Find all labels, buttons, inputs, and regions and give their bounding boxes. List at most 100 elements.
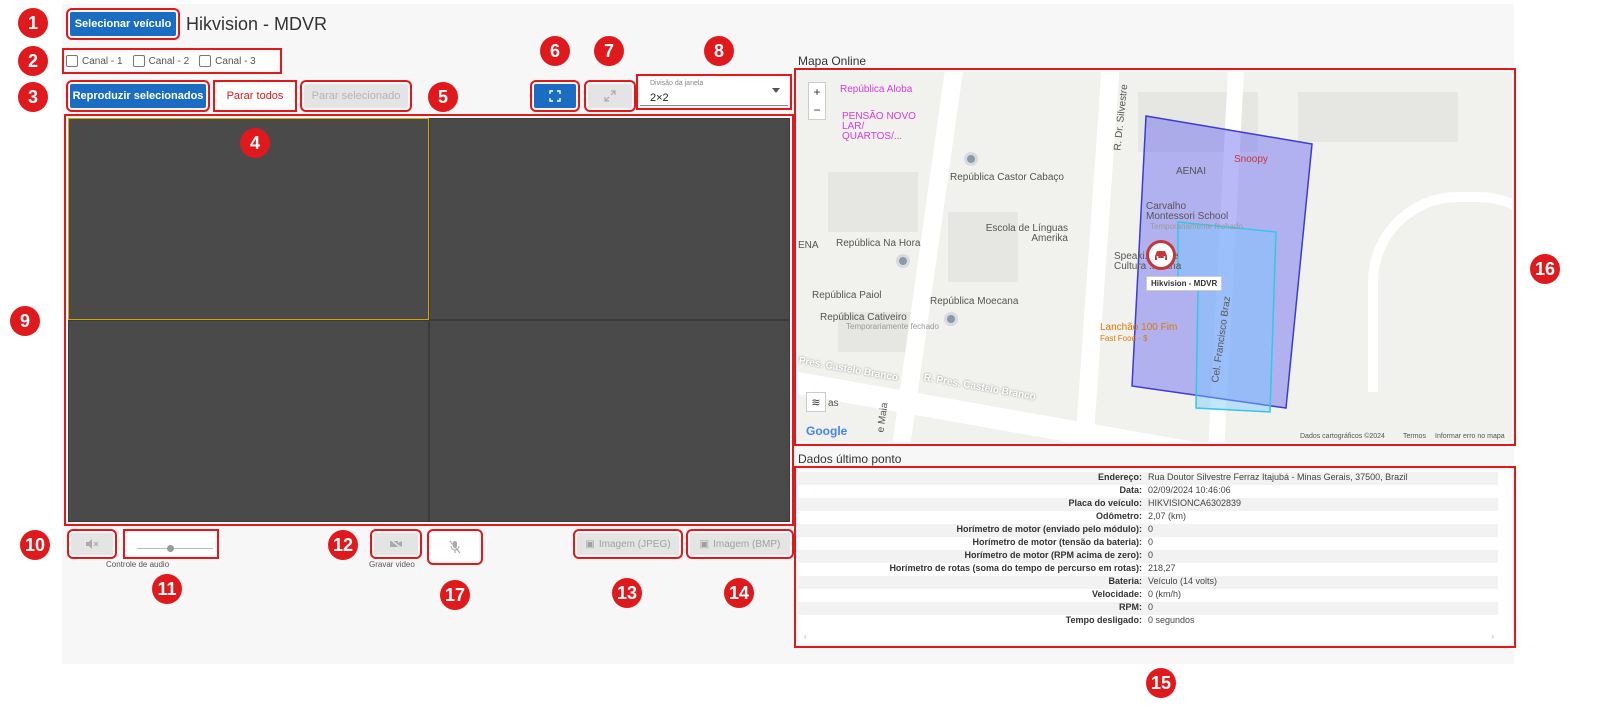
- channel-3-checkbox[interactable]: Canal - 3: [199, 55, 256, 67]
- annotation-badge: 13: [612, 578, 642, 608]
- chevron-down-icon: [772, 88, 780, 93]
- window-division-label: Divisão da janela: [650, 80, 704, 87]
- speaker-muted-icon: [86, 539, 99, 549]
- window-division-select[interactable]: Divisão da janela 2×2: [636, 74, 792, 110]
- window-division-value: 2×2: [650, 92, 669, 104]
- annotation-badge: 10: [20, 530, 50, 560]
- layers-icon[interactable]: ≋: [806, 392, 826, 412]
- table-row: Endereço: Rua Doutor Silvestre Ferraz Ita…: [798, 472, 1498, 485]
- audio-control-caption: Controle de audio: [106, 560, 170, 569]
- image-jpeg-label: Imagem (JPEG): [598, 538, 671, 550]
- layers-label: as: [828, 398, 839, 409]
- annotation-badge: 8: [704, 36, 734, 66]
- audio-volume-slider[interactable]: [123, 529, 219, 559]
- map-terms-link[interactable]: Termos: [1403, 433, 1426, 440]
- fullscreen-icon: [549, 90, 561, 102]
- record-video-caption: Gravar video: [369, 560, 415, 569]
- channel-checkboxes: Canal - 1 Canal - 2 Canal - 3: [62, 48, 282, 74]
- poi-label[interactable]: Snoopy: [1234, 154, 1268, 165]
- poi-label[interactable]: República Aloba: [840, 84, 912, 95]
- poi-label[interactable]: PENSÃO NOVO LAR/ QUARTOS/...: [842, 112, 922, 142]
- poi-label: Fast Food · $: [1100, 334, 1148, 343]
- select-vehicle-button[interactable]: Selecionar veículo: [66, 8, 180, 40]
- poi-label[interactable]: Escola de Línguas Amerika: [978, 224, 1068, 244]
- expand-icon: [604, 90, 616, 102]
- map-zoom-control: + −: [808, 82, 826, 120]
- google-logo: Google: [806, 424, 848, 438]
- annotation-badge: 9: [10, 306, 40, 336]
- table-row: Odômetro: 2,07 (km): [1096, 511, 1187, 521]
- annotation-badge: 11: [152, 574, 182, 604]
- table-row: Horímetro de motor (enviado pelo módulo)…: [798, 524, 1498, 537]
- play-selected-button[interactable]: Reproduzir selecionados: [66, 80, 210, 112]
- slider-thumb[interactable]: [167, 545, 174, 552]
- vehicle-marker[interactable]: [1146, 240, 1176, 270]
- video-cell-2[interactable]: [429, 118, 790, 320]
- channel-label: Canal - 3: [215, 55, 256, 67]
- poi-label[interactable]: Carvalho Montessori School: [1146, 202, 1236, 222]
- table-row: Bateria: Veículo (14 volts): [798, 576, 1498, 589]
- annotation-badge: 3: [18, 82, 48, 112]
- image-jpeg-button[interactable]: ▣ Imagem (JPEG): [573, 529, 683, 559]
- video-cell-4[interactable]: [429, 320, 790, 522]
- poi-label[interactable]: AENAI: [1176, 166, 1206, 177]
- poi-label[interactable]: República Moecana: [930, 296, 1018, 307]
- annotation-badge: 5: [428, 82, 458, 112]
- annotation-badge: 15: [1146, 668, 1176, 698]
- mute-button[interactable]: [67, 529, 117, 559]
- annotation-badge: 2: [18, 46, 48, 76]
- table-row: RPM: 0: [798, 602, 1498, 615]
- zoom-out-button[interactable]: −: [809, 101, 825, 119]
- poi-label[interactable]: República Paiol: [812, 290, 882, 301]
- table-row: Horímetro de rotas (soma do tempo de per…: [889, 563, 1176, 573]
- poi-label[interactable]: República Na Hora: [836, 238, 921, 249]
- microphone-button[interactable]: [427, 529, 483, 565]
- channel-label: Canal - 1: [82, 55, 123, 67]
- expand-button[interactable]: [584, 80, 636, 112]
- annotation-badge: 1: [18, 8, 48, 38]
- scroll-right-icon[interactable]: ›: [1491, 632, 1494, 641]
- zoom-in-button[interactable]: +: [809, 83, 825, 101]
- map-pin-icon[interactable]: [896, 254, 910, 268]
- map-report-link[interactable]: Informar erro no mapa: [1435, 433, 1505, 440]
- video-grid: [64, 114, 794, 526]
- scroll-left-icon[interactable]: ‹: [804, 632, 807, 641]
- image-icon: ▣: [585, 538, 595, 550]
- map-pin-icon[interactable]: [944, 312, 958, 326]
- stop-selected-button[interactable]: Parar selecionado: [300, 80, 412, 112]
- poi-label[interactable]: República Castor Cabaço: [950, 172, 1064, 183]
- image-bmp-button[interactable]: ▣ Imagem (BMP): [686, 529, 794, 559]
- video-cell-3[interactable]: [68, 320, 429, 522]
- table-row: Data: 02/09/2024 10:46:06: [1119, 485, 1231, 495]
- checkbox-icon[interactable]: [199, 55, 212, 67]
- checkbox-icon[interactable]: [132, 55, 145, 67]
- horizontal-scrollbar[interactable]: ‹ ›: [804, 632, 1494, 641]
- page-title: Hikvision - MDVR: [186, 14, 328, 34]
- channel-1-checkbox[interactable]: Canal - 1: [66, 55, 123, 67]
- table-row: Horímetro de motor (tensão da bateria): 0: [972, 537, 1154, 547]
- table-row: Tempo desligado: 0 segundos: [1065, 615, 1195, 625]
- fullscreen-button[interactable]: [530, 80, 580, 112]
- annotation-badge: 16: [1530, 254, 1560, 284]
- record-video-button[interactable]: [370, 529, 422, 559]
- image-icon: ▣: [699, 538, 710, 550]
- table-row: Placa do veículo: HIKVISIONCA6302839: [798, 498, 1498, 511]
- annotation-badge: 6: [540, 36, 570, 66]
- poi-label[interactable]: Lanchão 100 Fim: [1100, 322, 1177, 333]
- table-row: Velocidade: 0 (km/h): [1091, 589, 1182, 599]
- map-section-title: Mapa Online: [798, 54, 867, 68]
- slider-track: [137, 548, 213, 549]
- map-pin-icon[interactable]: [964, 152, 978, 166]
- last-point-section-title: Dados último ponto: [798, 452, 902, 466]
- stop-all-button[interactable]: Parar todos: [213, 80, 297, 112]
- channel-label: Canal - 2: [148, 55, 190, 67]
- poi-label: Temporariamente fechado: [846, 322, 939, 331]
- annotation-badge: 14: [724, 578, 754, 608]
- last-point-table: Endereço: Rua Doutor Silvestre Ferraz Ita…: [794, 466, 1516, 648]
- channel-2-checkbox[interactable]: Canal - 2: [132, 55, 190, 67]
- poi-label: ENA: [798, 240, 819, 251]
- poi-label: Temporariamente fechado: [1150, 222, 1243, 231]
- microphone-off-icon: [449, 540, 461, 554]
- annotation-badge: 12: [328, 530, 358, 560]
- checkbox-icon[interactable]: [66, 55, 78, 67]
